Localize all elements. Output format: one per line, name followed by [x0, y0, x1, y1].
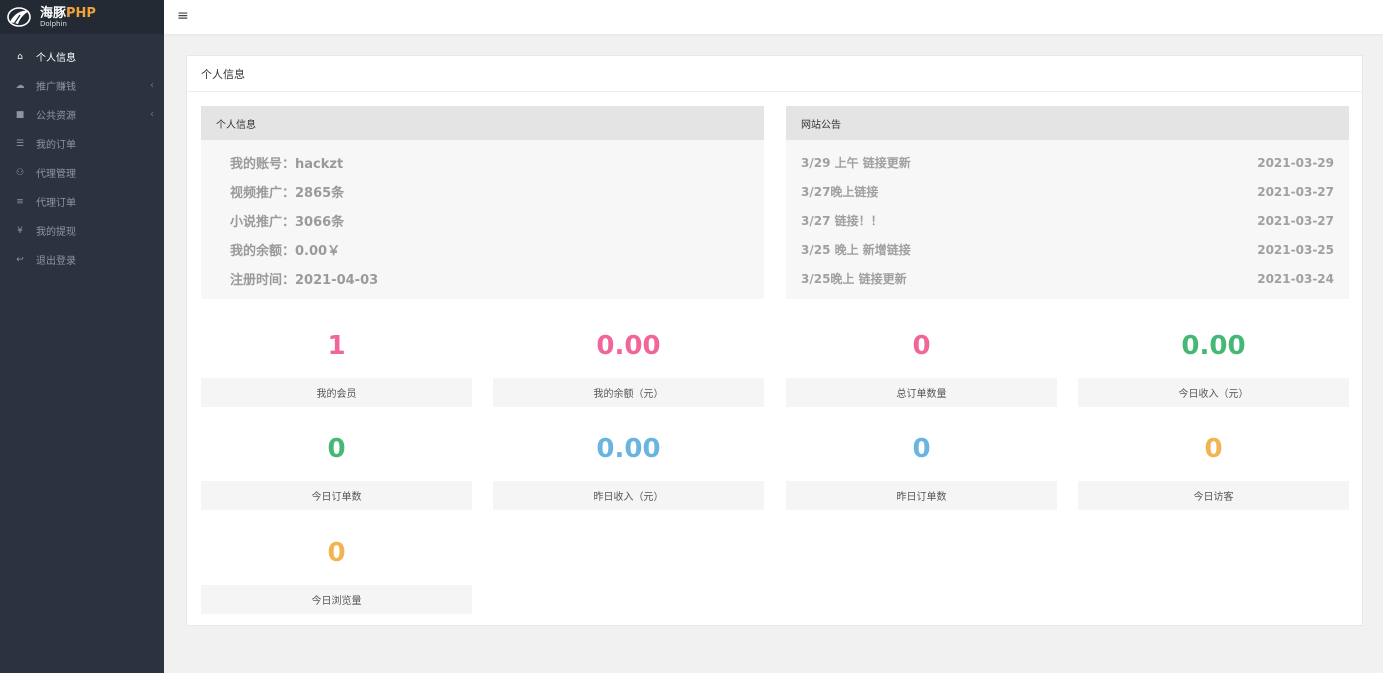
stat-value: 0.00 — [596, 434, 661, 464]
notice-item[interactable]: 3/27晚上链接 2021-03-27 — [786, 177, 1349, 206]
sidebar-item-8[interactable]: ↩ 退出登录 — [0, 245, 164, 274]
stat-label: 我的会员 — [201, 378, 472, 407]
notice-title-text[interactable]: 3/25晚上 链接更新 — [801, 270, 907, 287]
stat-box: 0.00 今日收入（元） — [1078, 314, 1349, 407]
sidebar-item-3[interactable]: ■ 公共资源 ‹ — [0, 100, 164, 129]
logo-sub-text: Dolphin — [40, 19, 67, 28]
stat-value: 0 — [912, 331, 931, 361]
sidebar-item-label: 个人信息 — [36, 53, 76, 64]
notice-date: 2021-03-27 — [1257, 213, 1334, 228]
notice-item[interactable]: 3/29 上午 链接更新 2021-03-29 — [786, 148, 1349, 177]
stat-value: 0 — [1204, 434, 1223, 464]
info-row: 小说推广：3066条 — [230, 215, 345, 230]
logo[interactable]: 海豚PHP Dolphin — [0, 0, 164, 34]
stat-label: 今日订单数 — [201, 481, 472, 510]
sidebar-item-label: 我的订单 — [36, 140, 76, 151]
stat-label: 今日收入（元） — [1078, 378, 1349, 407]
cloud-icon: ☁ — [15, 80, 25, 91]
stat-label: 昨日订单数 — [786, 481, 1057, 510]
chevron-left-icon: ‹ — [150, 109, 154, 120]
sidebar-item-label: 代理管理 — [36, 169, 76, 180]
stat-box: 0 今日访客 — [1078, 417, 1349, 510]
sidebar-nav: ⌂ 个人信息 ☁ 推广赚钱 ‹ ■ 公共资源 ‹ ☰ 我的订单 ⚇ 代理管理 ≡ 代理订单 ¥ 我的提现 ↩ 退出… — [0, 42, 164, 274]
stat-label: 我的余额（元） — [493, 378, 764, 407]
info-row: 我的账号：hackzt — [230, 157, 344, 172]
stat-box: 1 我的会员 — [201, 314, 472, 407]
menu-toggle-icon[interactable]: ≡ — [177, 8, 189, 24]
notice-panel: 网站公告 3/29 上午 链接更新 2021-03-29 3/27晚上链接 2021-… — [786, 106, 1349, 299]
stat-box: 0 今日订单数 — [201, 417, 472, 510]
sidebar-item-4[interactable]: ☰ 我的订单 — [0, 129, 164, 158]
stat-box: 0.00 昨日收入（元） — [493, 417, 764, 510]
logo-php-text: PHP — [66, 5, 96, 21]
chevron-left-icon: ‹ — [150, 80, 154, 91]
stat-value: 0 — [912, 434, 931, 464]
sidebar-item-label: 推广赚钱 — [36, 82, 76, 93]
video-camera-icon: ■ — [15, 109, 25, 120]
stat-label: 总订单数量 — [786, 378, 1057, 407]
sidebar-item-2[interactable]: ☁ 推广赚钱 ‹ — [0, 71, 164, 100]
stat-box: 0 昨日订单数 — [786, 417, 1057, 510]
sidebar-item-1[interactable]: ⌂ 个人信息 — [0, 42, 164, 71]
stat-label: 今日访客 — [1078, 481, 1349, 510]
sidebar-item-7[interactable]: ¥ 我的提现 — [0, 216, 164, 245]
logo-main-text: 海豚 — [40, 5, 67, 21]
info-row: 注册时间：2021-04-03 — [230, 273, 379, 288]
notice-item[interactable]: 3/25晚上 链接更新 2021-03-24 — [786, 264, 1349, 293]
card-title: 个人信息 — [187, 56, 1362, 92]
stat-value: 0.00 — [596, 331, 661, 361]
reply-icon: ↩ — [16, 254, 24, 265]
users-icon: ⚇ — [15, 167, 25, 178]
stat-label: 今日浏览量 — [201, 585, 472, 614]
personal-info-panel: 个人信息 我的账号：hackzt 视频推广：2865条 小说推广：3066条 我的余额… — [201, 106, 764, 299]
stat-value: 0 — [327, 434, 346, 464]
notice-item[interactable]: 3/27 链接！！ 2021-03-27 — [786, 206, 1349, 235]
bars-icon: ≡ — [16, 196, 24, 207]
notice-title: 网站公告 — [786, 106, 1349, 140]
notice-date: 2021-03-29 — [1257, 155, 1334, 170]
main-card: 个人信息 个人信息 我的账号：hackzt 视频推广：2865条 小说推广：3066… — [186, 55, 1363, 626]
home-icon: ⌂ — [17, 51, 23, 62]
notice-title-text[interactable]: 3/27 链接！！ — [801, 212, 883, 229]
topbar: ≡ — [164, 0, 1383, 34]
notice-date: 2021-03-25 — [1257, 242, 1334, 257]
stat-label: 昨日收入（元） — [493, 481, 764, 510]
notice-date: 2021-03-24 — [1257, 271, 1334, 286]
sidebar: 海豚PHP Dolphin ⌂ 个人信息 ☁ 推广赚钱 ‹ ■ 公共资源 ‹ ☰ 我的订单 ⚇ 代理管… — [0, 0, 164, 673]
notice-item[interactable]: 3/25 晚上 新增链接 2021-03-25 — [786, 235, 1349, 264]
stat-box: 0.00 我的余额（元） — [493, 314, 764, 407]
sidebar-item-label: 公共资源 — [36, 111, 76, 122]
sidebar-item-label: 代理订单 — [36, 198, 76, 209]
stat-value: 0 — [327, 538, 346, 568]
stat-box: 0 总订单数量 — [786, 314, 1057, 407]
sidebar-item-6[interactable]: ≡ 代理订单 — [0, 187, 164, 216]
sidebar-item-label: 我的提现 — [36, 227, 76, 238]
stat-value: 1 — [327, 331, 346, 361]
notice-title-text[interactable]: 3/25 晚上 新增链接 — [801, 241, 911, 258]
notice-title-text[interactable]: 3/29 上午 链接更新 — [801, 154, 911, 171]
dolphin-logo-icon — [6, 6, 32, 28]
notice-date: 2021-03-27 — [1257, 184, 1334, 199]
notice-title-text[interactable]: 3/27晚上链接 — [801, 183, 878, 200]
sidebar-item-label: 退出登录 — [36, 256, 76, 267]
yen-icon: ¥ — [17, 225, 23, 236]
info-row: 我的余额：0.00￥ — [230, 244, 341, 259]
info-row: 视频推广：2865条 — [230, 186, 345, 201]
sidebar-item-5[interactable]: ⚇ 代理管理 — [0, 158, 164, 187]
list-icon: ☰ — [15, 138, 25, 149]
personal-info-title: 个人信息 — [201, 106, 764, 140]
stat-box: 0 今日浏览量 — [201, 521, 472, 614]
stat-value: 0.00 — [1181, 331, 1246, 361]
